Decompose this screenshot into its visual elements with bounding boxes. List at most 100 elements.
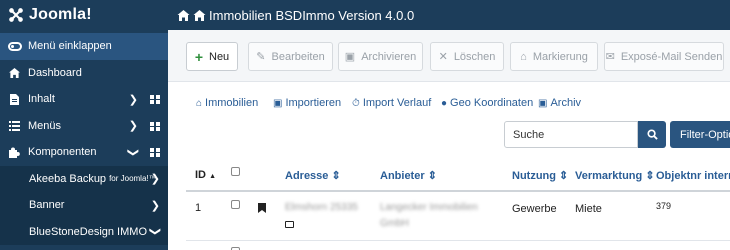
column-header-nutzung[interactable]: Nutzung ⇕ [512, 169, 568, 182]
cell-anbieter-line1[interactable]: Langecker Immobilien [380, 202, 478, 213]
chevron-down-icon[interactable]: ❯ [127, 148, 140, 157]
link-importieren-label: Importieren [285, 97, 342, 109]
archive-button[interactable]: ▣ Archivieren [338, 42, 423, 71]
table-row[interactable]: 1 Elmshorn 25335 Langecker Immobilien Gm… [186, 192, 730, 241]
sidebar-item-inhalt[interactable]: Inhalt ❯ [0, 86, 168, 113]
toolbar: + Neu ✎ Bearbeiten ▣ Archivieren ✕ Lösch… [168, 30, 730, 82]
expose-mail-button[interactable]: ✉ Exposé-Mail Senden [604, 42, 724, 71]
table-header: ID ▲ Adresse ⇕ Anbieter ⇕ Nutzung ⇕ Verm… [186, 160, 730, 192]
sort-asc-icon: ▲ [209, 173, 216, 180]
expose-mail-button-label: Exposé-Mail Senden [620, 50, 723, 63]
column-header-vermarktung-label: Vermarktung [575, 170, 643, 182]
toggle-icon [8, 41, 22, 51]
delete-button-label: Löschen [453, 50, 496, 63]
link-archiv-label: Archiv [550, 97, 582, 109]
filter-options-label: Filter-Optionen [680, 128, 730, 141]
brand-name: Joomla! [29, 6, 92, 23]
dashboard-grid-icon[interactable] [150, 95, 160, 104]
file-icon [8, 93, 20, 105]
cell-nutzung: Gewerbe [512, 203, 557, 215]
map-marker-icon: ● [441, 97, 448, 109]
link-geo-koordinaten-label: Geo Koordinaten [450, 97, 534, 109]
new-button-label: Neu [209, 50, 230, 63]
chevron-down-icon[interactable]: ❯ [149, 227, 162, 236]
sidebar-subitem-label: Banner [29, 199, 65, 212]
menu-collapse-label: Menü einklappen [28, 40, 112, 53]
home-icon [177, 9, 190, 21]
column-header-objektnr[interactable]: Objektnr intern ⇕ [656, 169, 730, 182]
link-immobilien[interactable]: ⌂ Immobilien [196, 97, 258, 109]
sidebar-item-dashboard[interactable]: Dashboard [0, 60, 168, 87]
column-header-objektnr-label: Objektnr intern [656, 170, 730, 182]
sidebar-item-label: Menüs [28, 119, 62, 132]
sidebar-item-label: Komponenten [28, 146, 97, 159]
chevron-right-icon[interactable]: ❯ [129, 119, 138, 132]
home-icon [193, 9, 206, 21]
dashboard-grid-icon[interactable] [150, 121, 160, 131]
archive-icon: ▣ [344, 51, 356, 63]
cell-objektnr: 379 [656, 201, 672, 211]
select-all-checkbox[interactable] [231, 167, 240, 176]
column-header-adresse-label: Adresse [285, 170, 329, 182]
edit-icon: ✎ [256, 51, 266, 63]
link-import-verlauf-label: Import Verlauf [362, 97, 432, 109]
chevron-right-icon[interactable]: ❯ [151, 172, 160, 185]
edit-button-label: Bearbeiten [271, 50, 325, 63]
sidebar-subitem-banner[interactable]: Banner ❯ [0, 192, 168, 219]
column-header-nutzung-label: Nutzung [512, 170, 556, 182]
cell-adresse[interactable]: Elmshorn 25335 [285, 202, 358, 213]
joomla-logo-icon [9, 8, 23, 22]
sort-icon: ⇕ [559, 170, 569, 182]
column-header-vermarktung[interactable]: Vermarktung ⇕ [575, 169, 655, 182]
page-title: Immobilien BSDImmo Version 4.0.0 [209, 7, 415, 23]
link-archiv[interactable]: ▣ Archiv [538, 97, 581, 109]
cell-id: 1 [195, 202, 202, 214]
cell-vermarktung: Miete [575, 203, 602, 215]
home-icon: ⌂ [196, 97, 203, 109]
page-header: Immobilien BSDImmo Version 4.0.0 [168, 0, 730, 30]
sidebar-subitem-bluestonedesign[interactable]: BlueStoneDesign IMMO ❯ [0, 218, 168, 245]
filter-options-button[interactable]: Filter-Optionen [670, 121, 730, 148]
link-import-verlauf[interactable]: ⏱ Import Verlauf [352, 97, 431, 109]
sidebar-item-menus[interactable]: Menüs ❯ [0, 113, 168, 140]
link-importieren[interactable]: ▣ Importieren [273, 97, 341, 109]
column-header-anbieter[interactable]: Anbieter ⇕ [380, 169, 437, 182]
chevron-right-icon[interactable]: ❯ [151, 199, 160, 212]
bookmark-icon[interactable] [258, 203, 266, 213]
mark-button[interactable]: ⌂ Markierung [510, 42, 598, 71]
chevron-right-icon[interactable]: ❯ [129, 93, 138, 106]
search-button[interactable] [638, 121, 666, 148]
sort-icon: ⇕ [331, 170, 341, 182]
new-button[interactable]: + Neu [186, 42, 238, 71]
row-checkbox[interactable] [231, 200, 240, 209]
column-header-adresse[interactable]: Adresse ⇕ [285, 169, 341, 182]
search-input[interactable] [504, 121, 638, 148]
column-header-id-label: ID [195, 169, 206, 181]
search-icon [646, 129, 658, 140]
image-icon[interactable] [285, 221, 294, 228]
archive-icon: ▣ [273, 97, 283, 109]
dashboard-grid-icon[interactable] [150, 148, 160, 157]
column-header-anbieter-label: Anbieter [380, 170, 425, 182]
edit-button[interactable]: ✎ Bearbeiten [248, 42, 333, 71]
sidebar-subitem-suffix: for Joomla!™ [109, 174, 157, 184]
sidebar: Joomla! Menü einklappen Dashboard Inhalt… [0, 0, 168, 250]
sidebar-item-komponenten[interactable]: Komponenten ❯ [0, 139, 168, 166]
list-icon [8, 120, 20, 131]
menu-collapse-toggle[interactable]: Menü einklappen [0, 33, 168, 60]
cell-anbieter-line2[interactable]: GmbH [380, 218, 409, 229]
sort-icon: ⇕ [645, 170, 655, 182]
home-icon: ⌂ [520, 50, 527, 63]
link-immobilien-label: Immobilien [205, 97, 259, 109]
brand[interactable]: Joomla! [0, 0, 168, 30]
delete-button[interactable]: ✕ Löschen [430, 42, 504, 71]
sort-icon: ⇕ [427, 170, 437, 182]
link-geo-koordinaten[interactable]: ● Geo Koordinaten [441, 97, 533, 109]
table-row[interactable] [186, 242, 730, 250]
column-header-id[interactable]: ID ▲ [195, 169, 216, 181]
archive-icon: ▣ [538, 97, 548, 109]
archive-button-label: Archivieren [361, 50, 417, 63]
sidebar-subitem-akeeba[interactable]: Akeeba Backup for Joomla!™ ❯ [0, 165, 168, 192]
history-icon: ⏱ [352, 97, 360, 109]
plus-icon: + [194, 48, 203, 65]
